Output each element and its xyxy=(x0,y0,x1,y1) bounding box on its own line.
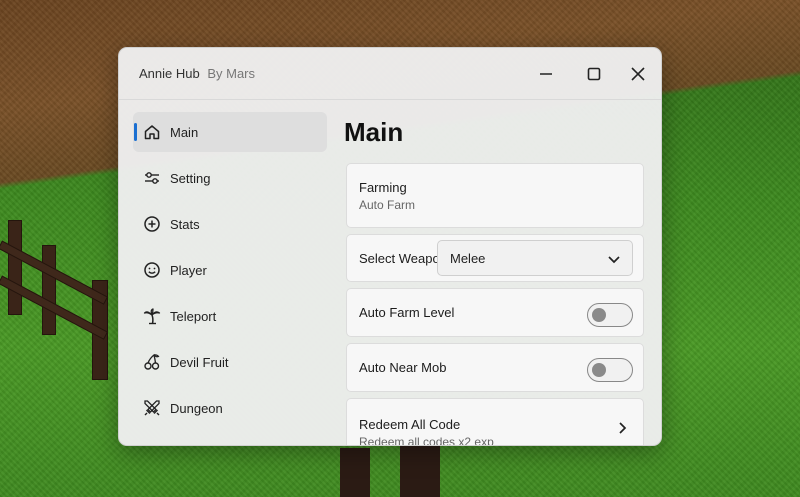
sidebar-item-label: Main xyxy=(170,124,199,140)
fence-post xyxy=(8,220,22,315)
sidebar-item-player[interactable]: Player xyxy=(133,250,327,290)
sidebar-item-label: Setting xyxy=(170,170,211,186)
weapon-dropdown-value: Melee xyxy=(450,251,486,266)
palm-tree-icon xyxy=(143,307,161,325)
plus-circle-icon xyxy=(143,215,161,233)
maximize-button[interactable] xyxy=(580,60,608,88)
auto-farm-level-toggle[interactable] xyxy=(587,303,633,327)
sidebar-item-dungeon[interactable]: Dungeon xyxy=(133,388,327,428)
weapon-dropdown[interactable]: Melee xyxy=(437,240,633,276)
select-weapon-row: Select Weapon Melee xyxy=(346,234,644,282)
close-icon xyxy=(631,67,645,81)
redeem-description: Redeem all codes x2 exp xyxy=(359,435,494,446)
sidebar-item-label: Devil Fruit xyxy=(170,354,229,370)
sidebar: Main Setting Stats Player Teleport Devil… xyxy=(133,112,327,434)
redeem-codes-button[interactable]: Redeem All Code Redeem all codes x2 exp xyxy=(346,398,644,446)
auto-farm-level-label: Auto Farm Level xyxy=(359,305,455,320)
sidebar-item-teleport[interactable]: Teleport xyxy=(133,296,327,336)
auto-near-mob-label: Auto Near Mob xyxy=(359,360,447,375)
window-subtitle: By Mars xyxy=(207,66,256,81)
farming-section: Farming Auto Farm xyxy=(346,163,644,228)
tree-trunk xyxy=(340,448,370,497)
auto-near-mob-toggle[interactable] xyxy=(587,358,633,382)
close-button[interactable] xyxy=(624,60,652,88)
sliders-icon xyxy=(143,169,161,187)
home-icon xyxy=(143,123,161,141)
sidebar-item-label: Stats xyxy=(170,216,200,232)
sidebar-item-setting[interactable]: Setting xyxy=(133,158,327,198)
title-bar[interactable]: Annie Hub By Mars xyxy=(119,48,661,100)
farming-description: Auto Farm xyxy=(359,198,416,212)
page-title: Main xyxy=(344,117,404,147)
tree-trunk xyxy=(400,440,440,497)
sidebar-item-devil-fruit[interactable]: Devil Fruit xyxy=(133,342,327,382)
hub-window: Annie Hub By Mars Main Setting Stats Pla… xyxy=(118,47,662,446)
swords-icon xyxy=(143,399,161,417)
sidebar-item-main[interactable]: Main xyxy=(133,112,327,152)
farming-title: Farming xyxy=(359,180,407,195)
maximize-icon xyxy=(587,67,601,81)
smile-icon xyxy=(143,261,161,279)
window-title-text: Annie Hub xyxy=(139,66,200,81)
chevron-right-icon xyxy=(619,422,627,434)
redeem-title: Redeem All Code xyxy=(359,417,461,432)
sidebar-item-label: Teleport xyxy=(170,308,217,324)
fence-post xyxy=(42,245,56,335)
main-panel: Main Farming Auto Farm Select Weapon Mel… xyxy=(344,114,644,446)
minimize-icon xyxy=(540,73,552,75)
chevron-down-icon xyxy=(608,256,620,264)
cherry-icon xyxy=(143,353,161,371)
sidebar-item-stats[interactable]: Stats xyxy=(133,204,327,244)
minimize-button[interactable] xyxy=(532,60,560,88)
sidebar-item-label: Player xyxy=(170,262,207,278)
sidebar-item-label: Dungeon xyxy=(170,400,223,416)
auto-farm-level-row: Auto Farm Level xyxy=(346,288,644,337)
select-weapon-label: Select Weapon xyxy=(359,251,447,266)
window-title: Annie Hub By Mars xyxy=(139,66,255,81)
auto-near-mob-row: Auto Near Mob xyxy=(346,343,644,392)
